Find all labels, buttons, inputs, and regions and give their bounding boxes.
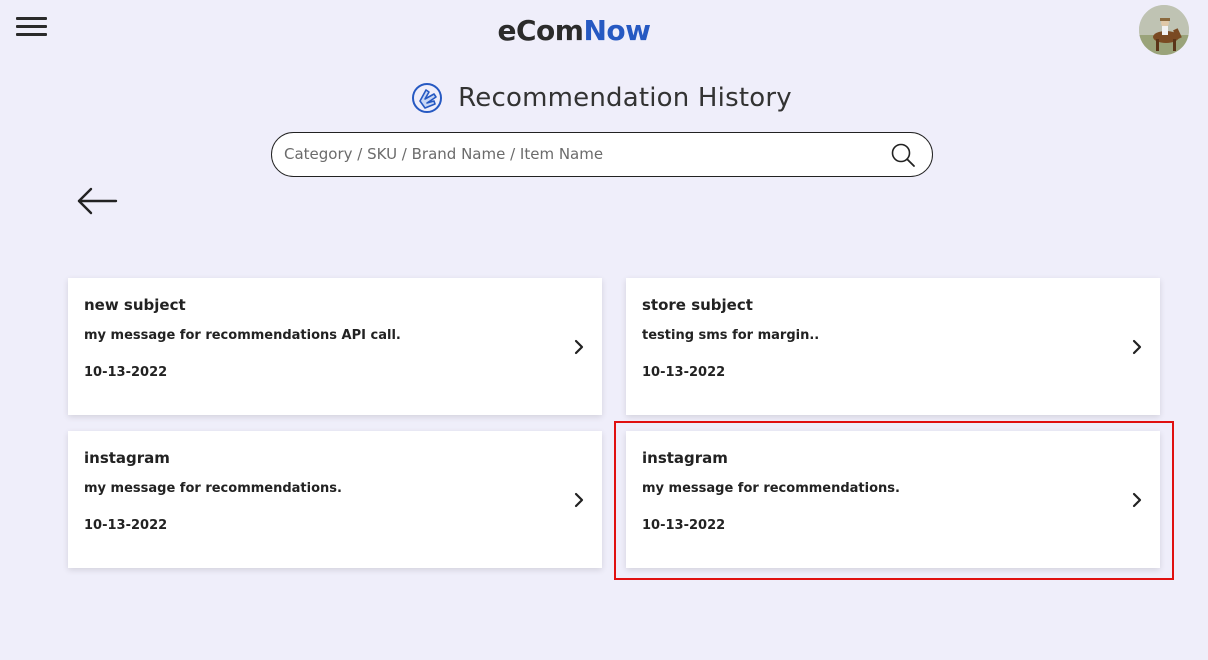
logo-text-part1: eCom xyxy=(497,14,584,47)
card-date: 10-13-2022 xyxy=(84,365,168,380)
logo-text-part2: Now xyxy=(583,14,651,47)
card-message: my message for recommendations API call. xyxy=(84,328,401,343)
search-icon[interactable] xyxy=(890,142,916,168)
search-bar xyxy=(271,132,933,177)
app-logo[interactable]: eComNow xyxy=(0,14,1148,47)
card-date: 10-13-2022 xyxy=(642,518,726,533)
chevron-right-icon[interactable] xyxy=(572,492,586,508)
card-date: 10-13-2022 xyxy=(642,365,726,380)
page-title: Recommendation History xyxy=(458,83,792,113)
back-arrow-icon[interactable] xyxy=(76,186,118,216)
card-subject: instagram xyxy=(642,449,728,467)
card-subject: instagram xyxy=(84,449,170,467)
chevron-right-icon[interactable] xyxy=(1130,339,1144,355)
card-message: my message for recommendations. xyxy=(642,481,900,496)
search-input[interactable] xyxy=(284,133,874,175)
card-message: testing sms for margin.. xyxy=(642,328,820,343)
card-subject: store subject xyxy=(642,296,753,314)
chevron-right-icon[interactable] xyxy=(1130,492,1144,508)
recommendation-card[interactable]: instagram my message for recommendations… xyxy=(68,431,602,568)
user-avatar[interactable] xyxy=(1139,5,1189,55)
chevron-right-icon[interactable] xyxy=(572,339,586,355)
card-message: my message for recommendations. xyxy=(84,481,342,496)
recommendation-card[interactable]: store subject testing sms for margin.. 1… xyxy=(626,278,1160,415)
recommendation-hand-icon xyxy=(412,83,443,113)
recommendation-card[interactable]: new subject my message for recommendatio… xyxy=(68,278,602,415)
card-subject: new subject xyxy=(84,296,186,314)
recommendation-card[interactable]: instagram my message for recommendations… xyxy=(626,431,1160,568)
page-header: Recommendation History xyxy=(0,78,1208,118)
card-date: 10-13-2022 xyxy=(84,518,168,533)
avatar-image xyxy=(1139,5,1189,55)
